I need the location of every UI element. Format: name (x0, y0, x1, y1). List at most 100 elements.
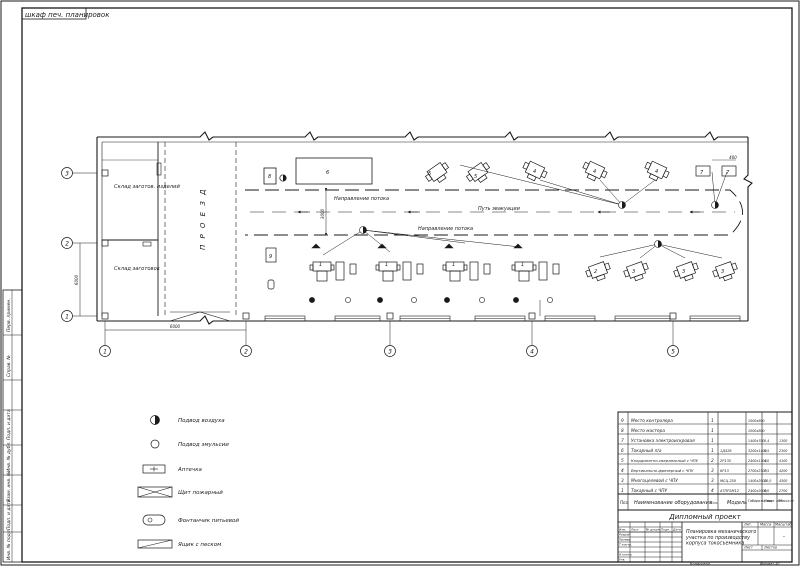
svg-text:1: 1 (521, 262, 524, 268)
svg-text:Справ. №: Справ. № (6, 355, 12, 377)
svg-text:4: 4 (593, 169, 596, 175)
svg-text:1: 1 (65, 314, 69, 321)
svg-text:1: 1 (711, 438, 714, 444)
svg-text:7: 7 (726, 170, 730, 176)
svg-text:7: 7 (700, 170, 704, 176)
svg-text:8,0: 8,0 (764, 489, 769, 493)
svg-text:0,4: 0,4 (764, 439, 769, 443)
svg-text:Масса кг: Масса кг (779, 499, 795, 503)
svg-text:8: 8 (621, 428, 624, 434)
svg-text:Направление потока: Направление потока (418, 226, 473, 232)
svg-text:2: 2 (594, 269, 597, 275)
svg-text:1000х800: 1000х800 (748, 429, 765, 433)
svg-text:5,5: 5,5 (764, 449, 769, 453)
svg-text:5: 5 (428, 171, 431, 177)
svg-text:5: 5 (621, 458, 624, 464)
svg-text:1400х700: 1400х700 (748, 439, 765, 443)
svg-text:4: 4 (530, 349, 534, 356)
svg-text:1: 1 (385, 262, 388, 268)
sheet-label: шкаф печ. планировок (21, 7, 110, 20)
svg-text:Масштаб: Масштаб (775, 523, 792, 527)
svg-text:Подп. и дата: Подп. и дата (6, 409, 12, 440)
svg-text:шкаф печ. планировок: шкаф печ. планировок (25, 11, 110, 19)
svg-text:1: 1 (103, 349, 107, 356)
svg-text:2: 2 (244, 349, 248, 356)
svg-text:4200: 4200 (779, 469, 787, 473)
svg-text:Формат А1: Формат А1 (760, 562, 780, 566)
svg-text:Вертикально-фрезерный с ЧПУ: Вертикально-фрезерный с ЧПУ (631, 468, 694, 473)
legend-labels: Подвод воздуха Подвод эмульсии Аптечка Щ… (177, 418, 239, 548)
description-line: Планировка механического участка по произ… (685, 529, 756, 547)
svg-text:400: 400 (729, 155, 737, 160)
svg-text:Дипломный проект: Дипломный проект (668, 513, 741, 521)
svg-text:2700: 2700 (779, 489, 787, 493)
svg-text:-: - (783, 534, 785, 540)
svg-text:Подвод воздуха: Подвод воздуха (178, 418, 225, 424)
svg-text:Инв. № дубл.: Инв. № дубл. (6, 441, 12, 472)
svg-text:Наименование оборудования: Наименование оборудования (634, 500, 712, 506)
svg-text:4,0: 4,0 (764, 459, 769, 463)
svg-text:4300: 4300 (779, 479, 787, 483)
svg-text:Утв.: Утв. (619, 558, 625, 562)
svg-text:Направление потока: Направление потока (334, 196, 389, 202)
svg-text:Токарный с ЧПУ: Токарный с ЧПУ (631, 488, 667, 494)
svg-text:9: 9 (621, 418, 624, 424)
svg-text:№ докум.: № докум. (645, 528, 661, 532)
svg-text:Многоцелевой с ЧПУ: Многоцелевой с ЧПУ (631, 478, 678, 484)
svg-text:Модель: Модель (727, 500, 747, 506)
svg-text:4: 4 (655, 169, 658, 175)
svg-text:6000: 6000 (74, 274, 79, 285)
svg-text:Подвод эмульсии: Подвод эмульсии (178, 442, 229, 448)
svg-text:П Р О Е З Д: П Р О Е З Д (199, 188, 207, 251)
svg-text:Место контролера: Место контролера (631, 418, 673, 424)
svg-text:Место мастера: Место мастера (631, 428, 665, 434)
svg-text:3000: 3000 (320, 208, 325, 219)
svg-text:4: 4 (711, 488, 714, 494)
svg-text:Путь эвакуации: Путь эвакуации (478, 206, 521, 212)
svg-text:1: 1 (711, 448, 714, 454)
zone-labels: Склад заготов. изделий Склад заготовок П… (114, 184, 521, 272)
svg-text:3: 3 (721, 269, 724, 275)
svg-text:Копировал: Копировал (690, 562, 711, 566)
svg-text:Токарный п/а: Токарный п/а (631, 448, 662, 454)
svg-text:Лист: Лист (630, 528, 639, 532)
svg-text:4100: 4100 (779, 459, 787, 463)
svg-text:3: 3 (65, 171, 69, 178)
svg-text:8: 8 (268, 174, 271, 180)
spec-table-text: 9 Место контролера 1 1000х800 8 Место ма… (620, 418, 795, 506)
svg-text:2300: 2300 (779, 449, 787, 453)
svg-text:3: 3 (632, 269, 635, 275)
svg-text:10,0: 10,0 (764, 479, 771, 483)
svg-text:МСЦ-250: МСЦ-250 (720, 479, 737, 483)
svg-text:Ящик с песком: Ящик с песком (177, 542, 221, 548)
svg-text:Установка электроискровая: Установка электроискровая (631, 438, 695, 444)
svg-text:Дата: Дата (672, 528, 681, 532)
svg-text:3: 3 (711, 478, 714, 484)
svg-text:2: 2 (711, 458, 714, 464)
svg-text:1: 1 (319, 262, 322, 268)
svg-text:3: 3 (388, 349, 392, 356)
legend (137, 415, 173, 549)
svg-text:7: 7 (621, 438, 624, 444)
svg-text:Н.контр.: Н.контр. (619, 553, 632, 557)
svg-text:Провер.: Провер. (619, 538, 632, 542)
svg-text:6000: 6000 (170, 324, 181, 329)
svg-text:1: 1 (711, 428, 714, 434)
svg-text:3: 3 (682, 269, 685, 275)
svg-text:3: 3 (711, 468, 714, 474)
air-supply-points (309, 201, 719, 303)
svg-text:6Р13: 6Р13 (720, 469, 729, 473)
svg-text:Изм.: Изм. (619, 528, 626, 532)
svg-text:7,5: 7,5 (764, 469, 769, 473)
svg-text:3: 3 (621, 478, 624, 484)
svg-text:5: 5 (671, 349, 675, 356)
svg-text:Инв. № подл.: Инв. № подл. (6, 529, 12, 560)
svg-text:1000х800: 1000х800 (748, 419, 765, 423)
svg-text:2: 2 (65, 241, 69, 248)
svg-text:Поз.: Поз. (620, 500, 629, 505)
svg-text:Масса: Масса (760, 523, 771, 527)
svg-text:Кол.: Кол. (710, 501, 718, 505)
svg-text:Взам. инв. №: Взам. инв. № (6, 471, 12, 502)
svg-text:1: 1 (452, 262, 455, 268)
side-stamp: Перв. примен. Справ. № Подп. и дата Инв.… (2, 289, 23, 563)
